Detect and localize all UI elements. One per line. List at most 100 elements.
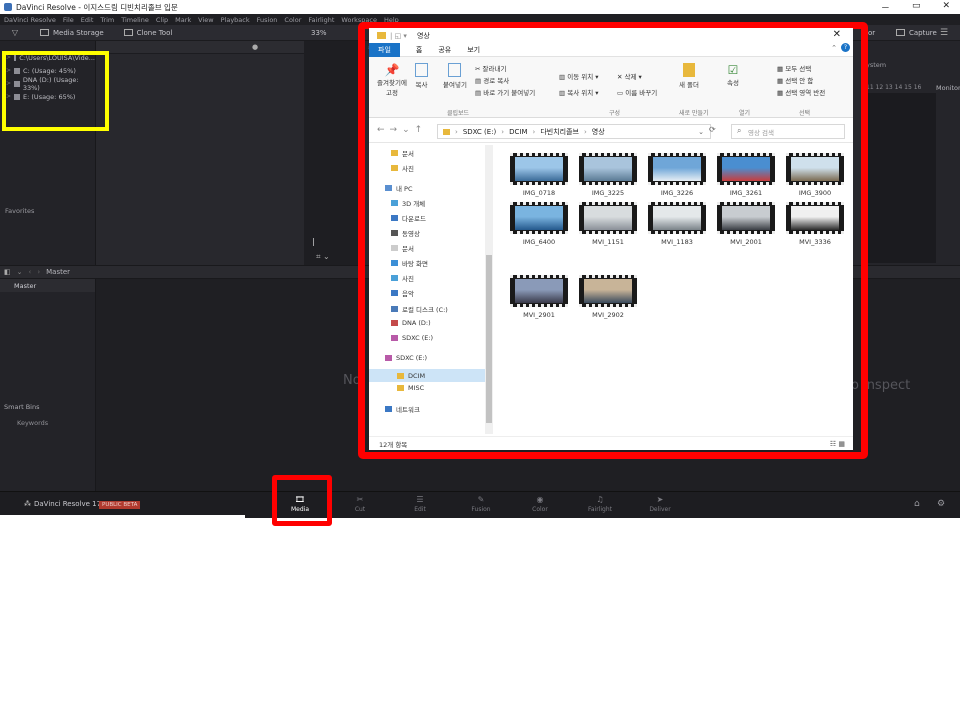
nav-item[interactable]: 동영상 — [391, 228, 420, 238]
video-file-item[interactable]: MVI_2902 — [578, 275, 638, 319]
ribbon-collapse-icon[interactable]: ⌃ — [831, 44, 837, 52]
video-file-item[interactable]: IMG_3900 — [785, 153, 845, 197]
breadcrumb-item[interactable]: SDXC (E:) — [463, 128, 496, 136]
bin-toggle-icon[interactable]: ◧ — [4, 268, 11, 276]
nav-item[interactable]: MISC — [397, 384, 424, 392]
viewer-mode-icon[interactable]: ⌗ ⌄ — [316, 252, 330, 262]
page-tab-cut[interactable]: ✂ Cut — [340, 495, 380, 513]
video-file-item[interactable]: IMG_0718 — [509, 153, 569, 197]
properties-button[interactable]: ☑ 속성 — [727, 63, 739, 87]
media-storage-button[interactable]: Media Storage — [30, 29, 114, 37]
paste-shortcut-button[interactable]: ▤ 바로 가기 붙여넣기 — [475, 87, 535, 97]
nav-scroll-thumb[interactable] — [486, 255, 492, 423]
options-menu-icon[interactable]: ☰ — [940, 28, 948, 38]
nav-item[interactable]: 다운로드 — [391, 213, 426, 223]
ribbon-tab[interactable]: 보기 — [467, 45, 480, 55]
pin-button[interactable]: 📌 즐겨찾기에 고정 — [375, 63, 409, 97]
keywords-bin[interactable]: Keywords — [17, 419, 48, 427]
menu-item[interactable]: Edit — [81, 16, 94, 24]
page-tab-fusion[interactable]: ✎ Fusion — [461, 495, 501, 513]
menu-item[interactable]: DaVinci Resolve — [4, 16, 56, 24]
maximize-icon[interactable]: ▭ — [912, 1, 921, 14]
viewer-scrub-icon[interactable]: | — [312, 237, 315, 246]
back-arrow-icon[interactable]: ‹ — [29, 268, 32, 276]
page-tab-color[interactable]: ◉ Color — [520, 495, 560, 513]
cut-button[interactable]: ✂ 잘라내기 — [475, 63, 506, 73]
breadcrumb-item[interactable]: 영상 — [592, 127, 605, 137]
nav-item[interactable]: 3D 개체 — [391, 198, 425, 208]
ribbon-tab[interactable]: 홈 — [416, 45, 422, 55]
page-tab-fairlight[interactable]: ♫ Fairlight — [580, 495, 620, 513]
menu-item[interactable]: View — [198, 16, 213, 24]
nav-item[interactable]: 바탕 화면 — [391, 258, 428, 268]
ribbon-tab[interactable]: 파일 — [369, 42, 400, 57]
new-folder-button[interactable]: 새 폴더 — [679, 63, 699, 89]
ribbon-tab[interactable]: 공유 — [438, 45, 451, 55]
move-to-button[interactable]: ▥ 이동 위치 ▾ — [559, 71, 599, 81]
video-file-item[interactable]: MVI_2001 — [716, 202, 776, 246]
video-file-item[interactable]: IMG_3226 — [647, 153, 707, 197]
nav-item[interactable]: DNA (D:) — [391, 319, 431, 327]
master-bin[interactable]: Master — [0, 279, 95, 292]
breadcrumb-item[interactable]: DCIM — [509, 128, 527, 136]
search-box[interactable]: ⌕ 영상 검색 — [731, 124, 845, 139]
slider-handle-icon[interactable]: ● — [252, 43, 258, 51]
video-file-item[interactable]: IMG_6400 — [509, 202, 569, 246]
address-dropdown-icon[interactable]: ⌄ — [698, 128, 704, 136]
nav-item[interactable]: 로컬 디스크 (C:) — [391, 304, 448, 314]
quick-access-icons[interactable]: | ◱ ▾ — [390, 32, 407, 40]
page-tab-edit[interactable]: ☰ Edit — [400, 495, 440, 513]
zoom-level[interactable]: 33% — [311, 29, 327, 37]
menu-item[interactable]: File — [63, 16, 74, 24]
menu-item[interactable]: Timeline — [121, 16, 149, 24]
video-file-item[interactable]: IMG_3261 — [716, 153, 776, 197]
video-file-item[interactable]: MVI_3336 — [785, 202, 845, 246]
page-tab-deliver[interactable]: ➤ Deliver — [640, 495, 680, 513]
settings-icon[interactable]: ⚙ — [937, 499, 945, 509]
nav-item[interactable]: 음악 — [391, 288, 414, 298]
copy-path-button[interactable]: ▤ 경로 복사 — [475, 75, 509, 85]
nav-item[interactable]: DCIM — [369, 369, 485, 382]
bin-menu-icon[interactable]: ⌄ — [17, 268, 23, 276]
menu-item[interactable]: Color — [284, 16, 301, 24]
menu-item[interactable]: Playback — [221, 16, 250, 24]
help-icon[interactable]: ? — [841, 43, 850, 52]
close-icon[interactable]: ✕ — [942, 1, 950, 14]
copy-button[interactable]: 복사 — [415, 63, 428, 89]
video-file-item[interactable]: MVI_1183 — [647, 202, 707, 246]
explorer-close-icon[interactable]: ✕ — [833, 29, 841, 40]
navigation-buttons[interactable]: ←→⌄↑ — [377, 125, 427, 135]
nav-item[interactable]: 사진 — [391, 163, 414, 173]
nav-item[interactable]: 네트워크 — [385, 404, 420, 414]
panel-toggle-icon[interactable]: ▽ — [0, 28, 30, 37]
clone-tool-button[interactable]: Clone Tool — [114, 29, 183, 37]
inspector-tab-partial[interactable]: or — [868, 29, 875, 37]
video-file-item[interactable]: IMG_3225 — [578, 153, 638, 197]
select-all-button[interactable]: ▦ 모두 선택 — [777, 63, 811, 73]
home-icon[interactable]: ⌂ — [914, 499, 920, 509]
delete-button[interactable]: ✕ 삭제 ▾ — [617, 71, 642, 81]
nav-item[interactable]: 내 PC — [385, 183, 413, 193]
nav-item[interactable]: 문서 — [391, 148, 414, 158]
minimize-icon[interactable]: － — [881, 1, 890, 14]
capture-button[interactable]: Capture — [886, 29, 947, 37]
rename-button[interactable]: ▭ 이름 바꾸기 — [617, 87, 657, 97]
nav-item[interactable]: SDXC (E:) — [385, 354, 427, 362]
menu-item[interactable]: Fusion — [257, 16, 278, 24]
select-none-button[interactable]: ▦ 선택 안 함 — [777, 75, 813, 85]
refresh-icon[interactable]: ⟳ — [709, 125, 716, 134]
nav-item[interactable]: 문서 — [391, 243, 414, 253]
menu-item[interactable]: Trim — [100, 16, 114, 24]
menu-item[interactable]: Fairlight — [308, 16, 334, 24]
nav-item[interactable]: 사진 — [391, 273, 414, 283]
view-toggle-icons[interactable]: ☷ ▦ — [830, 440, 845, 448]
copy-to-button[interactable]: ▥ 복사 위치 ▾ — [559, 87, 599, 97]
video-file-item[interactable]: MVI_1151 — [578, 202, 638, 246]
address-bar[interactable]: › SDXC (E:) › DCIM › 다빈치리졸브 › 영상 ⌄ — [437, 124, 711, 139]
nav-item[interactable]: SDXC (E:) — [391, 334, 433, 342]
video-file-item[interactable]: MVI_2901 — [509, 275, 569, 319]
forward-arrow-icon[interactable]: › — [37, 268, 40, 276]
nav-scrollbar[interactable] — [485, 145, 493, 434]
invert-selection-button[interactable]: ▦ 선택 영역 반전 — [777, 87, 825, 97]
breadcrumb-item[interactable]: 다빈치리졸브 — [540, 127, 579, 137]
